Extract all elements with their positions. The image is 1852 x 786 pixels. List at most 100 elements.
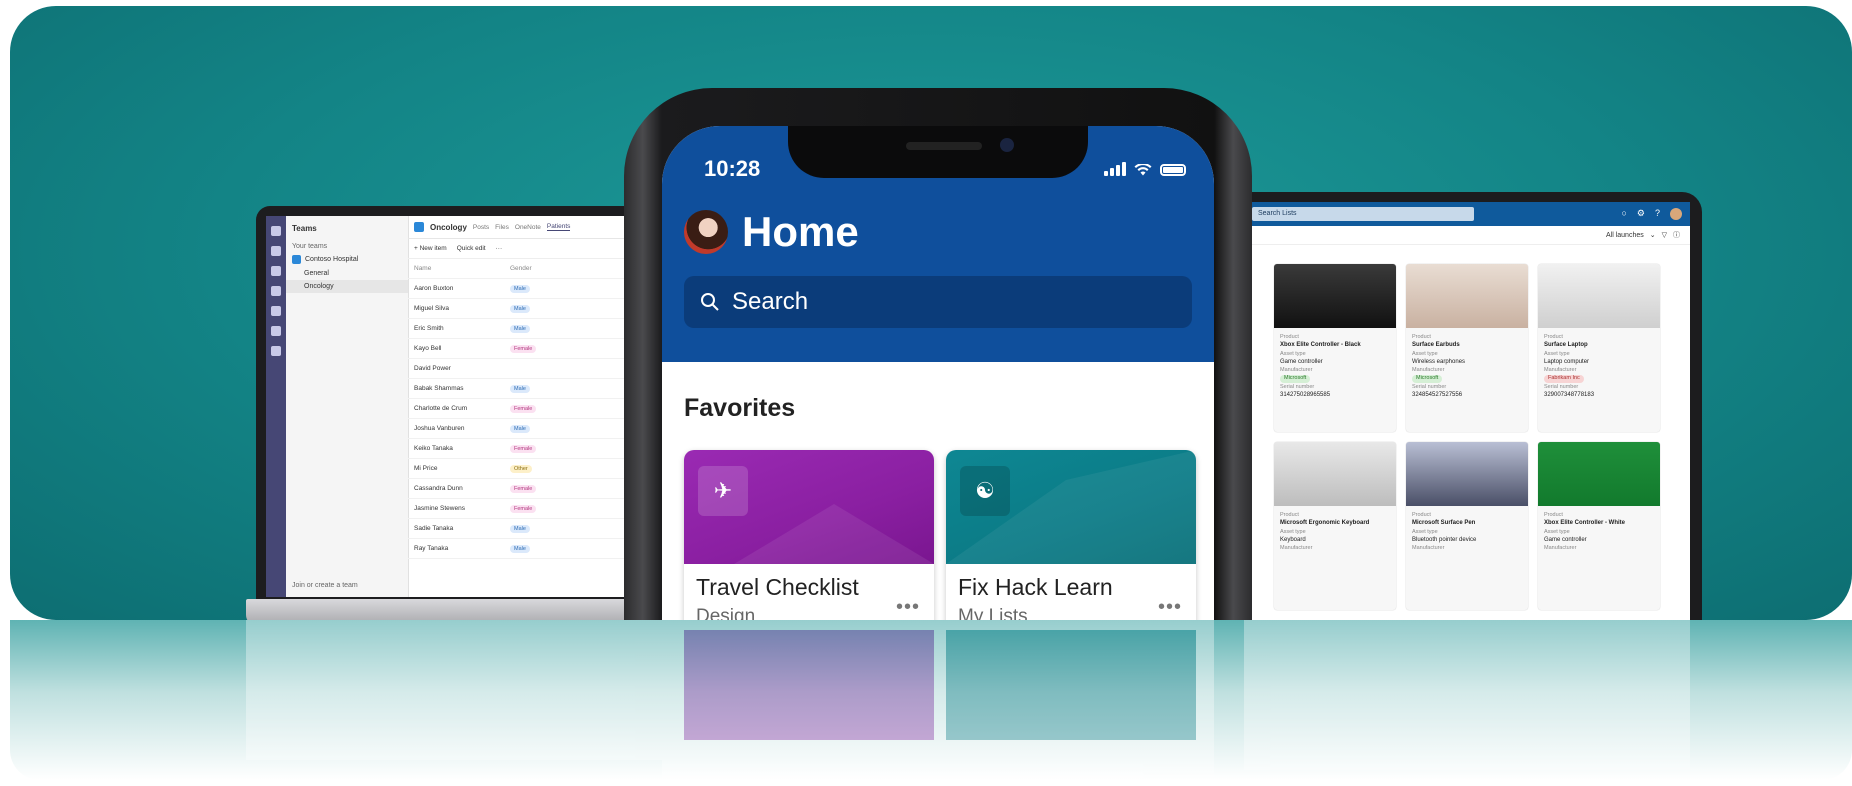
apps-icon[interactable]	[271, 346, 281, 356]
gender-tag: Female	[510, 484, 537, 493]
asset-card[interactable]: Product Microsoft Surface Pen Asset type Bl…	[1406, 442, 1528, 610]
card-banner: ✈	[684, 450, 934, 564]
product-name: Microsoft Surface Pen	[1412, 520, 1476, 527]
airplane-icon: ✈	[698, 466, 748, 516]
card-title: Travel Checklist	[696, 574, 859, 600]
product-image	[1406, 264, 1528, 328]
lists-top-bar: Search Lists ○ ⚙ ?	[1244, 202, 1690, 226]
laptop-device: Teams Your teams Contoso Hospital Genera…	[256, 206, 676, 601]
status-icons	[1104, 162, 1186, 176]
more-button[interactable]: ···	[496, 245, 503, 252]
tab-patients[interactable]: Patients	[546, 223, 571, 231]
calls-icon[interactable]	[271, 306, 281, 316]
phone-device: 10:28 Home Search Favorites ✈ Travel Che…	[624, 88, 1252, 620]
more-options-button[interactable]: •••	[896, 596, 920, 619]
field-label: Asset type	[1412, 350, 1438, 357]
lists-search-input[interactable]: Search Lists	[1252, 207, 1474, 221]
asset-card[interactable]: Product Surface Earbuds Asset type Wireless…	[1406, 264, 1528, 432]
gender-tag: Female	[510, 404, 537, 413]
team-logo-icon	[292, 255, 301, 264]
serial-number: 324854527527556	[1412, 392, 1463, 399]
row-name: Ray Tanaka	[414, 545, 449, 552]
signal-icon	[1104, 162, 1126, 176]
new-item-button[interactable]: + New item	[414, 245, 447, 252]
gender-tag: Male	[510, 304, 530, 313]
filter-icon[interactable]: ▽	[1662, 231, 1667, 239]
row-name: Eric Smith	[414, 325, 444, 332]
activity-icon[interactable]	[271, 226, 281, 236]
product-image	[1538, 264, 1660, 328]
files-icon[interactable]	[271, 326, 281, 336]
join-team-link[interactable]: Join or create a team	[292, 582, 358, 589]
tab-onenote[interactable]: OneNote	[515, 224, 541, 231]
gender-tag: Male	[510, 544, 530, 553]
view-bar: All launches ⌄ ▽ ⓘ	[1244, 226, 1690, 245]
card-title: Fix Hack Learn	[958, 574, 1113, 600]
home-title-row: Home	[684, 208, 859, 256]
product-image	[1538, 442, 1660, 506]
lists-web-window: Search Lists ○ ⚙ ? All launches ⌄ ▽ ⓘ Pr…	[1244, 202, 1690, 620]
team-item[interactable]: Contoso Hospital	[286, 252, 408, 267]
asset-type: Bluetooth pointer device	[1412, 536, 1477, 543]
teams-icon[interactable]	[271, 266, 281, 276]
avatar[interactable]	[684, 210, 728, 254]
wifi-icon	[1134, 164, 1152, 176]
card-body: Product Surface Earbuds Asset type Wireless…	[1406, 328, 1528, 404]
list-card-travel-checklist[interactable]: ✈ Travel Checklist Design •••	[684, 450, 934, 620]
page-title: Home	[742, 208, 859, 255]
help-icon[interactable]: ?	[1655, 208, 1660, 220]
asset-card[interactable]: Product Microsoft Ergonomic Keyboard Asset…	[1274, 442, 1396, 610]
calendar-icon[interactable]	[271, 286, 281, 296]
laptop-base	[246, 599, 686, 620]
tablet-device: Search Lists ○ ⚙ ? All launches ⌄ ▽ ⓘ Pr…	[1232, 192, 1702, 620]
bell-icon[interactable]: ○	[1621, 208, 1626, 220]
field-label: Serial number	[1412, 383, 1447, 390]
card-banner: ☯	[946, 450, 1196, 564]
asset-card[interactable]: Product Surface Laptop Asset type Laptop co…	[1538, 264, 1660, 432]
more-options-button[interactable]: •••	[1158, 596, 1182, 619]
serial-number: 314275028965585	[1280, 392, 1331, 399]
channel-item-oncology[interactable]: Oncology	[286, 280, 408, 293]
asset-card[interactable]: Product Xbox Elite Controller - Black Asse…	[1274, 264, 1396, 432]
row-name: Joshua Vanburen	[414, 425, 465, 432]
reflection-shapes	[10, 620, 1852, 780]
avatar[interactable]	[1670, 208, 1682, 220]
teams-header: Teams	[292, 224, 317, 233]
asset-type: Game controller	[1544, 536, 1587, 543]
column-gender[interactable]: Gender	[510, 265, 532, 272]
row-name: Babak Shammas	[414, 385, 464, 392]
view-selector[interactable]: All launches	[1606, 232, 1644, 239]
asset-card[interactable]: Product Xbox Elite Controller - White Asse…	[1538, 442, 1660, 610]
gear-icon[interactable]: ⚙	[1637, 208, 1645, 220]
teams-window: Teams Your teams Contoso Hospital Genera…	[266, 216, 666, 597]
field-label: Product	[1280, 334, 1299, 340]
field-label: Asset type	[1544, 528, 1570, 535]
palette-icon: ☯	[960, 466, 1010, 516]
manufacturer-tag: Microsoft	[1412, 375, 1443, 383]
field-label: Asset type	[1280, 528, 1306, 535]
tab-posts[interactable]: Posts	[473, 224, 489, 231]
gender-tag: Female	[510, 444, 537, 453]
gender-tag: Male	[510, 284, 530, 293]
column-name[interactable]: Name	[414, 265, 510, 272]
your-teams-label: Your teams	[292, 243, 328, 250]
channel-title: Oncology	[430, 222, 467, 232]
info-icon[interactable]: ⓘ	[1673, 230, 1680, 240]
search-input[interactable]: Search	[684, 276, 1192, 328]
card-subtitle: Design	[696, 606, 756, 620]
field-label: Product	[1280, 512, 1299, 518]
search-placeholder: Search	[732, 288, 809, 315]
quick-edit-button[interactable]: Quick edit	[457, 245, 486, 252]
field-label: Asset type	[1280, 350, 1306, 357]
chat-icon[interactable]	[271, 246, 281, 256]
tab-files[interactable]: Files	[495, 224, 509, 231]
channel-item-general[interactable]: General	[286, 267, 408, 280]
field-label: Manufacturer	[1412, 545, 1445, 552]
top-icons: ○ ⚙ ?	[1621, 208, 1682, 220]
chevron-down-icon: ⌄	[1649, 232, 1656, 239]
list-card-fix-hack-learn[interactable]: ☯ Fix Hack Learn My Lists •••	[946, 450, 1196, 620]
product-name: Xbox Elite Controller - White	[1544, 520, 1626, 527]
lists-mobile-app: 10:28 Home Search Favorites ✈ Travel Che…	[662, 126, 1214, 620]
asset-type: Game controller	[1280, 358, 1323, 365]
row-name: Aaron Buxton	[414, 285, 454, 292]
